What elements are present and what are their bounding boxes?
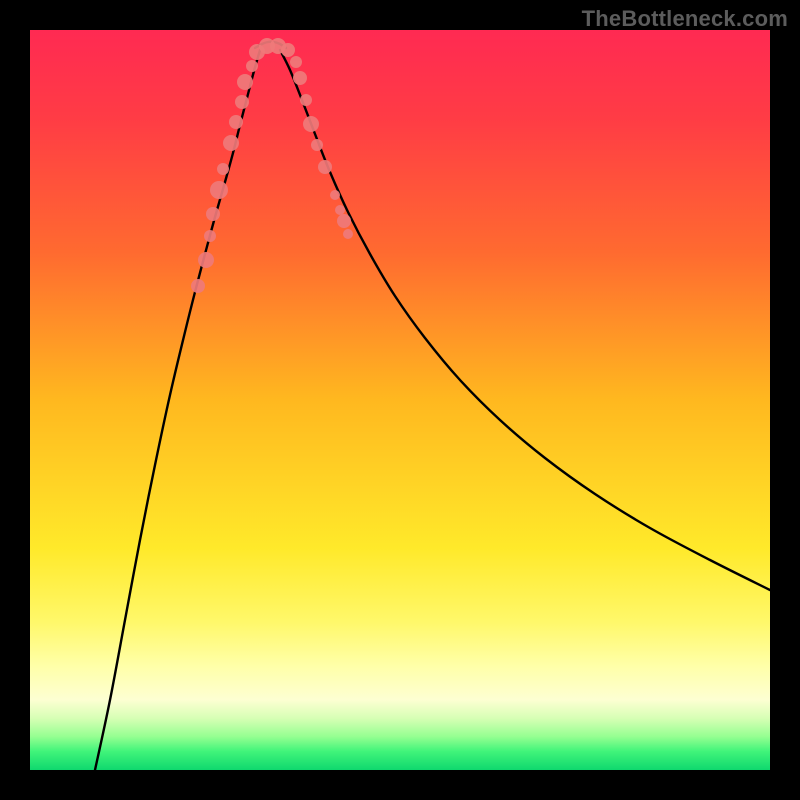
data-point [246,60,258,72]
data-point [281,43,295,57]
data-point [237,74,253,90]
data-point [235,95,249,109]
chart-frame: TheBottleneck.com [0,0,800,800]
data-point [337,214,351,228]
gradient-background [30,30,770,770]
plot-area [30,30,770,770]
data-point [335,205,345,215]
data-point [217,163,229,175]
data-point [290,56,302,68]
data-point [330,190,340,200]
data-point [293,71,307,85]
data-point [198,252,214,268]
data-point [223,135,239,151]
data-point [303,116,319,132]
data-point [191,279,205,293]
chart-svg [30,30,770,770]
data-point [206,207,220,221]
data-point [311,139,323,151]
data-point [343,229,353,239]
data-point [318,160,332,174]
data-point [204,230,216,242]
data-point [210,181,228,199]
watermark-text: TheBottleneck.com [582,6,788,32]
data-point [229,115,243,129]
data-point [300,94,312,106]
